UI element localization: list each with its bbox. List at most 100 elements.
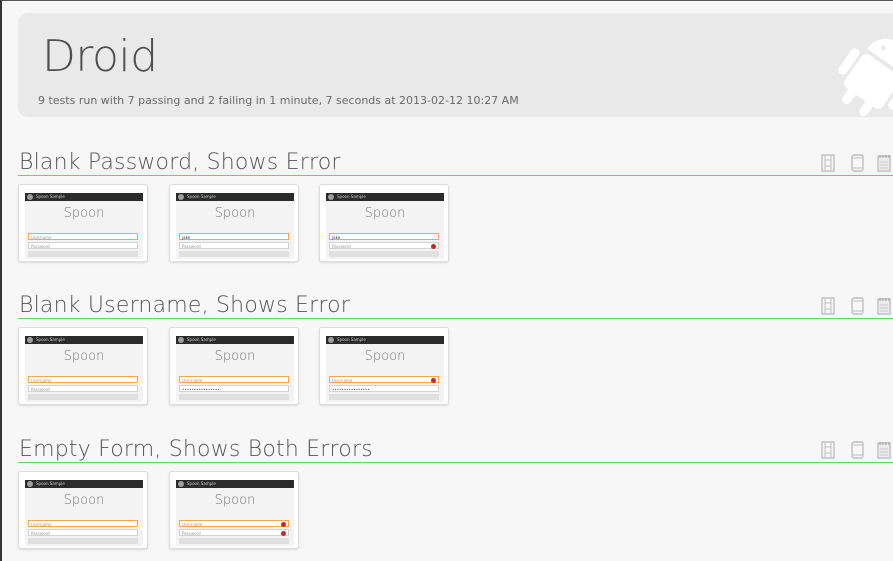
error-icon bbox=[281, 522, 286, 527]
screenshot-thumbnail[interactable]: Spoon Sample Spoon Username Password bbox=[18, 184, 148, 262]
screen-heading: Spoon bbox=[214, 206, 256, 221]
username-field: Username bbox=[28, 233, 138, 240]
password-field: Password bbox=[329, 242, 439, 249]
app-screenshot: Spoon Sample Spoon Username Password bbox=[25, 336, 143, 402]
app-screenshot: Spoon Sample Spoon Username Password bbox=[176, 480, 294, 546]
login-button bbox=[28, 538, 138, 544]
phone-icon[interactable] bbox=[851, 154, 864, 176]
app-title: Spoon Sample bbox=[36, 194, 65, 199]
password-field: Password bbox=[179, 529, 289, 536]
login-button bbox=[179, 251, 289, 257]
phone-icon[interactable] bbox=[851, 297, 864, 319]
password-field: Password bbox=[28, 529, 138, 536]
test-title[interactable]: Empty Form, Shows Both Errors bbox=[19, 437, 373, 463]
section-divider bbox=[18, 462, 893, 463]
screen-heading: Spoon bbox=[63, 206, 105, 221]
app-title: Spoon Sample bbox=[36, 481, 65, 486]
app-logo-icon bbox=[178, 337, 184, 343]
error-icon bbox=[431, 378, 436, 383]
app-screenshot: Spoon Sample Spoon Username ••••••••••••… bbox=[176, 336, 294, 402]
notepad-icon[interactable] bbox=[877, 297, 891, 319]
test-section: Blank Username, Shows Error Spoon Sample bbox=[18, 293, 893, 407]
app-title: Spoon Sample bbox=[187, 481, 216, 486]
action-bar: Spoon Sample bbox=[25, 193, 143, 201]
screenshot-thumbnail[interactable]: Spoon Sample Spoon Username Password bbox=[169, 471, 299, 549]
error-icon bbox=[431, 244, 436, 249]
screen-heading: Spoon bbox=[63, 493, 105, 508]
screen-heading: Spoon bbox=[214, 349, 256, 364]
login-button bbox=[179, 538, 289, 544]
spoon-device-report: Droid 9 tests run with 7 passing and 2 f… bbox=[0, 0, 893, 561]
username-field: jake bbox=[179, 233, 289, 240]
filmstrip-icon[interactable] bbox=[821, 441, 835, 463]
action-bar: Spoon Sample bbox=[25, 480, 143, 488]
filmstrip-icon[interactable] bbox=[821, 297, 835, 319]
notepad-icon[interactable] bbox=[877, 154, 891, 176]
test-header: Blank Username, Shows Error bbox=[18, 293, 893, 321]
filmstrip-icon[interactable] bbox=[821, 154, 835, 176]
password-field: •••••••••••••••• bbox=[329, 385, 439, 392]
app-logo-icon bbox=[27, 337, 33, 343]
screenshot-row: Spoon Sample Spoon Username Password Spo… bbox=[18, 184, 893, 264]
error-icon bbox=[281, 531, 286, 536]
test-header: Empty Form, Shows Both Errors bbox=[18, 437, 893, 465]
device-name: Droid bbox=[42, 31, 158, 82]
password-field: Password bbox=[28, 385, 138, 392]
section-divider bbox=[18, 318, 893, 319]
login-button bbox=[329, 251, 439, 257]
test-section: Empty Form, Shows Both Errors Spoon Samp… bbox=[18, 437, 893, 551]
screenshot-thumbnail[interactable]: Spoon Sample Spoon Username ••••••••••••… bbox=[169, 327, 299, 405]
login-button bbox=[28, 251, 138, 257]
username-field: Username bbox=[28, 520, 138, 527]
action-bar: Spoon Sample bbox=[326, 193, 444, 201]
password-field: Password bbox=[28, 242, 138, 249]
app-title: Spoon Sample bbox=[187, 337, 216, 342]
username-field: Username bbox=[179, 376, 289, 383]
screen-heading: Spoon bbox=[364, 349, 406, 364]
app-logo-icon bbox=[328, 337, 334, 343]
test-header: Blank Password, Shows Error bbox=[18, 150, 893, 178]
screenshot-thumbnail[interactable]: Spoon Sample Spoon jake Password bbox=[169, 184, 299, 262]
device-header: Droid 9 tests run with 7 passing and 2 f… bbox=[18, 13, 893, 117]
action-bar: Spoon Sample bbox=[326, 336, 444, 344]
test-summary: 9 tests run with 7 passing and 2 failing… bbox=[38, 94, 519, 107]
action-bar: Spoon Sample bbox=[176, 193, 294, 201]
screen-heading: Spoon bbox=[364, 206, 406, 221]
password-field: Password bbox=[179, 242, 289, 249]
action-bar: Spoon Sample bbox=[176, 480, 294, 488]
screenshot-thumbnail[interactable]: Spoon Sample Spoon Username Password bbox=[18, 327, 148, 405]
phone-icon[interactable] bbox=[851, 441, 864, 463]
screenshot-row: Spoon Sample Spoon Username Password Spo… bbox=[18, 471, 893, 551]
app-title: Spoon Sample bbox=[337, 194, 366, 199]
screenshot-thumbnail[interactable]: Spoon Sample Spoon jake Password bbox=[319, 184, 449, 262]
login-button bbox=[179, 394, 289, 400]
screenshot-thumbnail[interactable]: Spoon Sample Spoon Username ••••••••••••… bbox=[319, 327, 449, 405]
app-screenshot: Spoon Sample Spoon jake Password bbox=[176, 193, 294, 259]
action-bar: Spoon Sample bbox=[25, 336, 143, 344]
app-title: Spoon Sample bbox=[36, 337, 65, 342]
android-robot-icon bbox=[838, 38, 893, 117]
app-screenshot: Spoon Sample Spoon Username ••••••••••••… bbox=[326, 336, 444, 402]
app-logo-icon bbox=[178, 481, 184, 487]
username-field: jake bbox=[329, 233, 439, 240]
test-section: Blank Password, Shows Error Spoon Sample bbox=[18, 150, 893, 264]
section-divider bbox=[18, 175, 893, 176]
notepad-icon[interactable] bbox=[877, 441, 891, 463]
screen-heading: Spoon bbox=[63, 349, 105, 364]
action-bar: Spoon Sample bbox=[176, 336, 294, 344]
test-title[interactable]: Blank Password, Shows Error bbox=[19, 150, 341, 176]
app-logo-icon bbox=[178, 194, 184, 200]
screenshot-thumbnail[interactable]: Spoon Sample Spoon Username Password bbox=[18, 471, 148, 549]
app-screenshot: Spoon Sample Spoon Username Password bbox=[25, 193, 143, 259]
app-title: Spoon Sample bbox=[337, 337, 366, 342]
app-logo-icon bbox=[27, 194, 33, 200]
app-screenshot: Spoon Sample Spoon jake Password bbox=[326, 193, 444, 259]
test-title[interactable]: Blank Username, Shows Error bbox=[19, 293, 350, 319]
login-button bbox=[28, 394, 138, 400]
screenshot-row: Spoon Sample Spoon Username Password Spo… bbox=[18, 327, 893, 407]
username-field: Username bbox=[179, 520, 289, 527]
app-logo-icon bbox=[328, 194, 334, 200]
app-logo-icon bbox=[27, 481, 33, 487]
app-title: Spoon Sample bbox=[187, 194, 216, 199]
password-field: •••••••••••••••• bbox=[179, 385, 289, 392]
